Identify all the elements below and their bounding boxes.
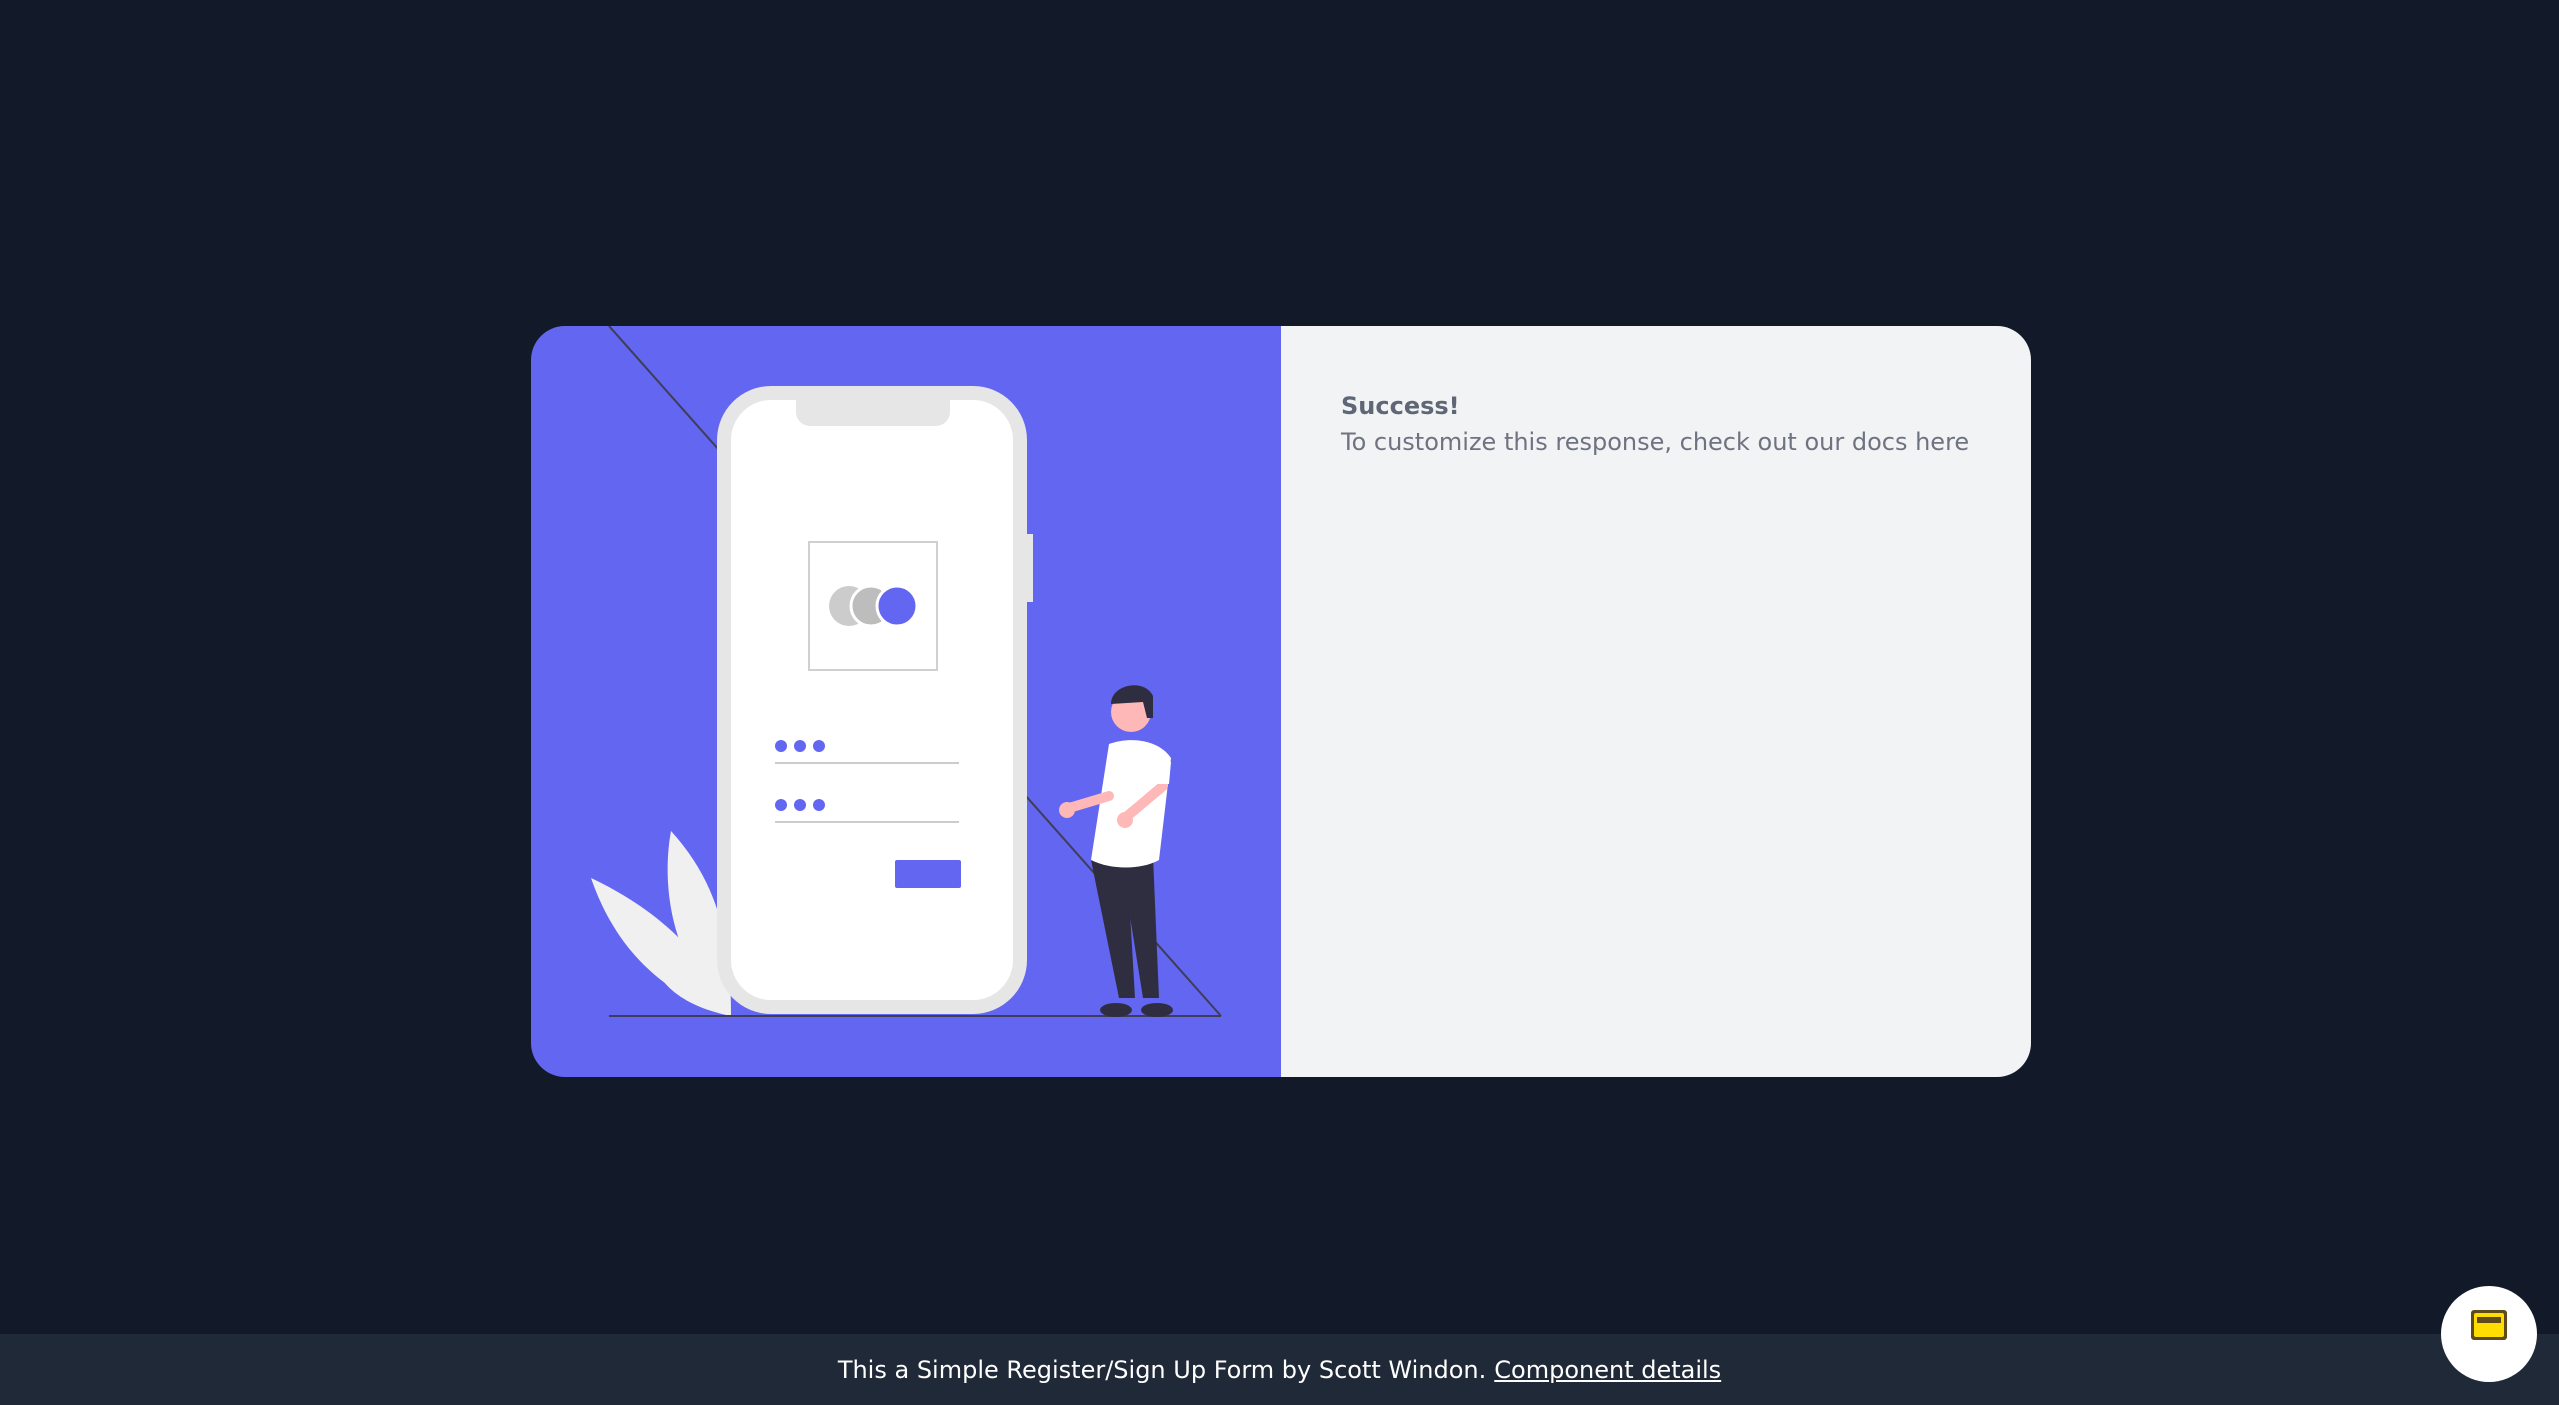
phone-login-illustration xyxy=(591,326,1222,1017)
phone-notch xyxy=(796,386,950,426)
illustration-panel xyxy=(531,326,1281,1077)
buy-me-a-coffee-button[interactable] xyxy=(2441,1286,2537,1382)
success-title: Success! xyxy=(1341,392,1460,420)
buy-me-a-coffee-icon xyxy=(2471,1310,2507,1340)
plant-illustration xyxy=(591,831,731,1016)
success-card: Success! To customize this response, che… xyxy=(531,326,2031,1077)
component-details-link[interactable]: Component details xyxy=(1494,1356,1721,1384)
footer-text: This a Simple Register/Sign Up Form by S… xyxy=(837,1355,1487,1384)
footer-bar: This a Simple Register/Sign Up Form by S… xyxy=(0,1334,2559,1405)
phone-screen xyxy=(731,400,1013,1000)
success-panel: Success! To customize this response, che… xyxy=(1281,326,2031,1077)
success-message: To customize this response, check out ou… xyxy=(1341,428,1970,456)
